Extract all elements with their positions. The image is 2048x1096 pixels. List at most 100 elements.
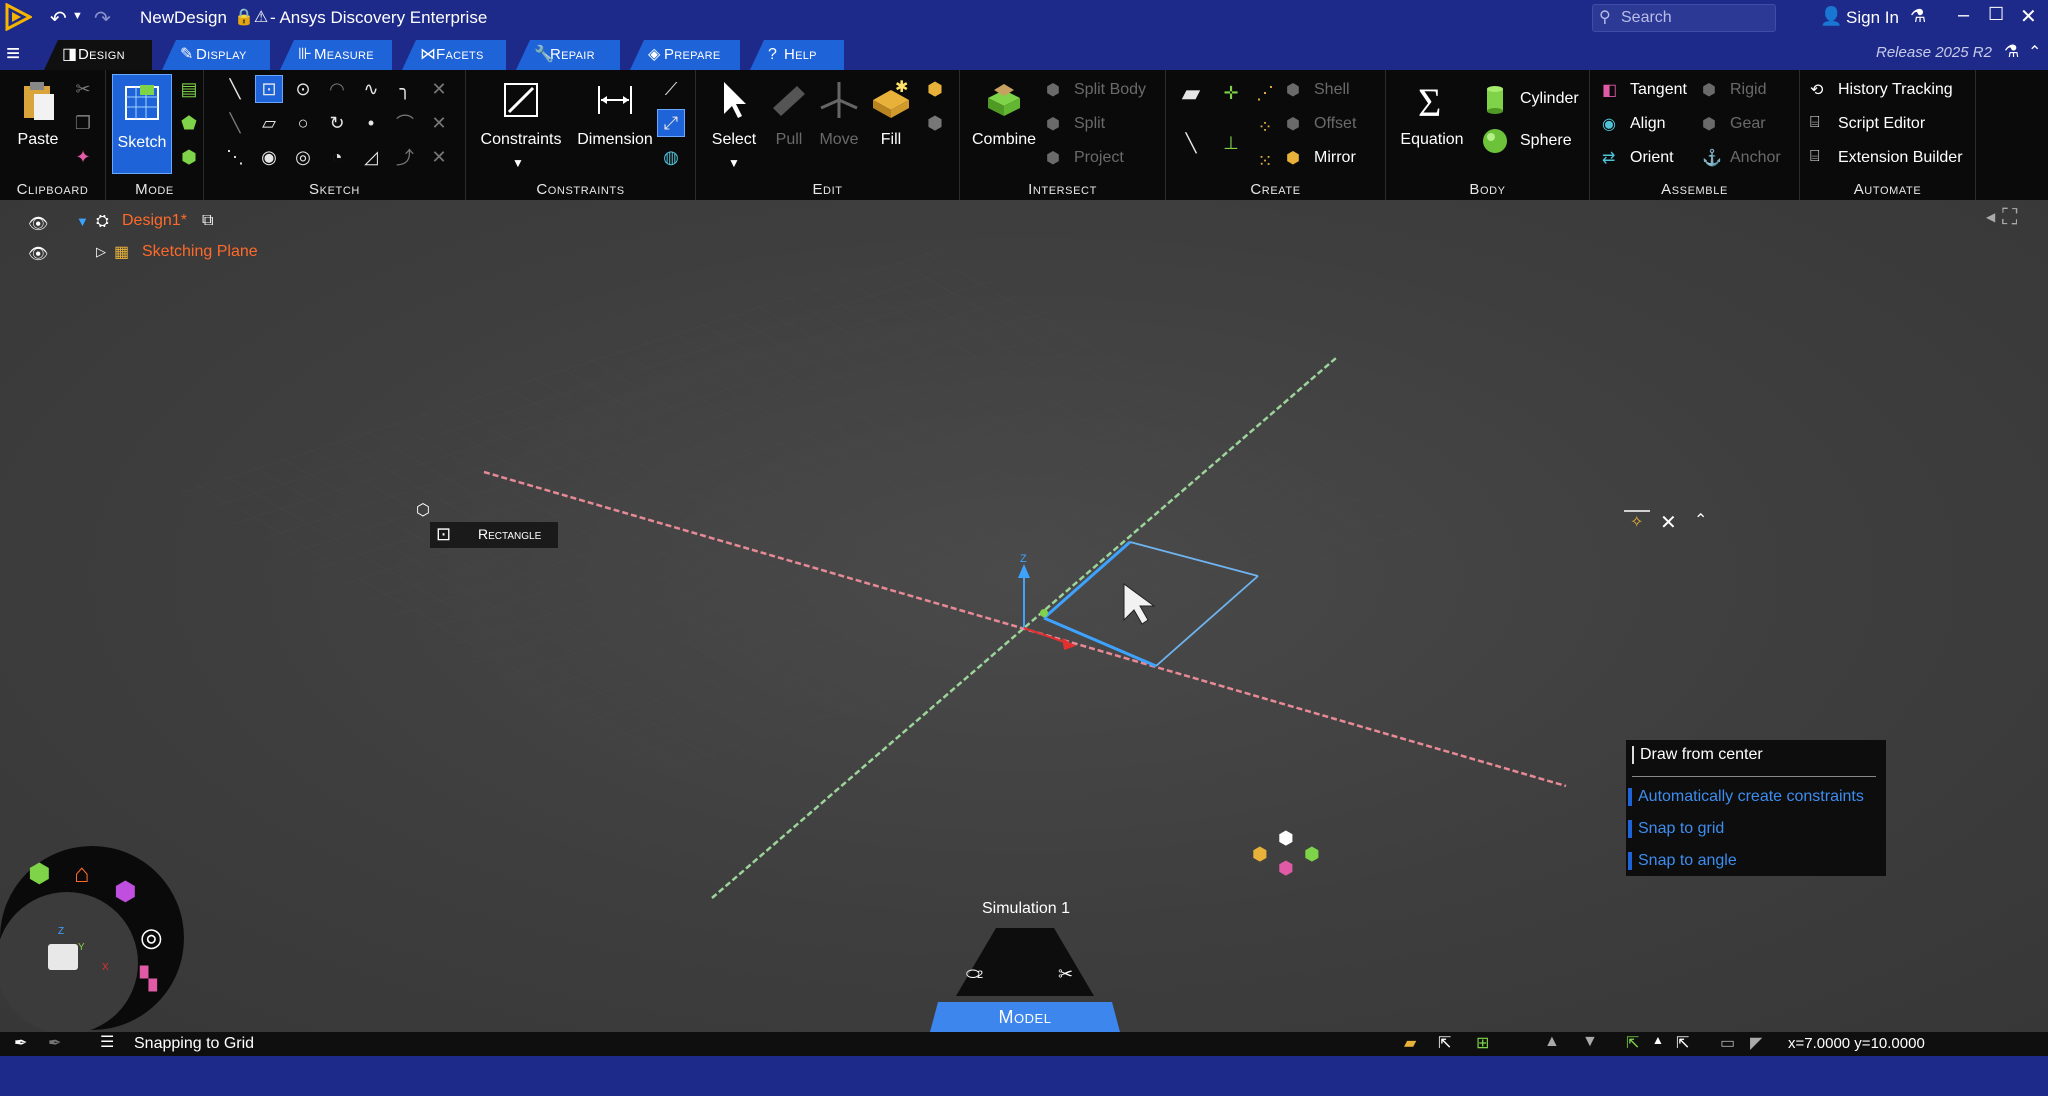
constraints-dropdown-icon[interactable]: ▼ <box>512 156 524 170</box>
bend-tool-icon[interactable]: ⤴ <box>392 144 418 170</box>
select-button[interactable]: Select <box>704 78 764 149</box>
visibility-eye-icon[interactable]: 👁 <box>28 214 48 234</box>
undo-dropdown-icon[interactable]: ▼ <box>72 10 83 22</box>
circle-tool-icon[interactable]: ⊙ <box>290 76 316 102</box>
three-point-circle-icon[interactable]: ◎ <box>290 144 316 170</box>
project-curve-icon[interactable]: ◿ <box>358 144 384 170</box>
status-selection-icon[interactable]: ⊞ <box>1476 1033 1489 1053</box>
maximize-icon[interactable]: ☐ <box>1988 4 2004 25</box>
constraints-button[interactable]: Constraints <box>476 78 566 149</box>
appearance-icon[interactable]: ▚ <box>140 966 157 992</box>
minimize-icon[interactable]: – <box>1958 4 1969 27</box>
mini-move-icon[interactable]: ⬢ <box>1278 858 1294 879</box>
move-button[interactable]: Move <box>814 78 864 149</box>
draw-from-center-option[interactable]: Draw from center <box>1632 746 1763 764</box>
tab-help[interactable]: ? Help <box>750 40 844 70</box>
simulation-hex[interactable] <box>956 928 1094 996</box>
origin-icon[interactable]: ✛ <box>1218 80 1244 106</box>
close-icon[interactable]: ✕ <box>2020 4 2037 29</box>
tree-expanded-icon[interactable]: ▼ <box>76 214 89 229</box>
slot-tool-icon[interactable]: ◉ <box>256 144 282 170</box>
render-mode-icon[interactable]: ◎ <box>140 922 163 953</box>
status-cursor-dropdown-icon[interactable]: ▲ <box>1652 1033 1664 1047</box>
home-view-icon[interactable]: ⌂ <box>74 858 90 889</box>
collapse-ribbon-icon[interactable]: ⌃ <box>2028 42 2041 62</box>
shell-button[interactable]: ⬢ Shell <box>1286 80 1350 100</box>
circular-pattern-icon[interactable]: ⁘ <box>1252 114 1278 140</box>
arc-tool-icon[interactable]: ◠ <box>324 76 350 102</box>
sweep-arc-icon[interactable]: ↻ <box>324 110 350 136</box>
align-button[interactable]: ◉ Align <box>1602 114 1666 134</box>
polygon-tool-icon[interactable]: ▱ <box>256 110 282 136</box>
tangent-button[interactable]: ◧ Tangent <box>1602 80 1687 100</box>
orient-button[interactable]: ⇄ Orient <box>1602 148 1674 168</box>
solid-view-icon[interactable]: ⬢ <box>28 858 51 889</box>
sparkle-options-icon[interactable]: ✧ <box>1630 512 1643 532</box>
status-display-icon[interactable]: ▭ <box>1720 1033 1735 1053</box>
status-cursor-icon[interactable]: ⇱ <box>1626 1033 1639 1053</box>
tweak-face-icon[interactable]: ⬢ <box>922 110 948 136</box>
sphere-button[interactable]: Sphere <box>1480 126 1572 156</box>
visibility-eye-icon[interactable]: 👁 <box>28 244 48 264</box>
status-up-icon[interactable]: ▲ <box>1544 1033 1560 1051</box>
constraint-display-icon[interactable]: ◍ <box>658 144 684 170</box>
rectangle-tool-icon[interactable]: ⊡ <box>255 75 283 103</box>
tab-measure[interactable]: ⊪ Measure <box>280 40 392 70</box>
search-input[interactable]: ⚲ Search <box>1592 4 1776 32</box>
snap-to-grid-option[interactable]: Snap to grid <box>1628 820 1724 838</box>
split-curve-icon[interactable]: ✕ <box>426 110 452 136</box>
3d-viewport[interactable]: Z 👁 👁 ▼ ⛭ Design1* ⧉ ▷ ▦ Sketching Plane… <box>0 200 2048 1034</box>
auto-constraint-icon[interactable]: ⟋ <box>658 76 684 102</box>
three-point-arc-icon[interactable]: ◔ <box>324 144 350 170</box>
redo-icon[interactable]: ↷ <box>94 6 111 31</box>
history-tracking-button[interactable]: ⟲ History Tracking <box>1810 80 1953 100</box>
hamburger-menu-icon[interactable]: ≡ <box>6 40 20 68</box>
rigid-button[interactable]: ⬢ Rigid <box>1702 80 1766 100</box>
point-icon[interactable]: ⋰ <box>1252 80 1278 106</box>
replace-icon[interactable]: ⬢ <box>922 76 948 102</box>
cut-icon[interactable]: ✂ <box>70 76 96 102</box>
tree-item-sketching-plane[interactable]: Sketching Plane <box>142 243 258 261</box>
status-folder-icon[interactable]: ▰ <box>1404 1033 1416 1053</box>
spline-tool-icon[interactable]: ∿ <box>358 76 384 102</box>
view-cube-toggle-icon[interactable]: ⛶ <box>2002 204 2017 230</box>
split-body-button[interactable]: ⬢ Split Body <box>1046 80 1146 100</box>
anchor-button[interactable]: ⚓ Anchor <box>1702 148 1781 168</box>
orientation-cube-icon[interactable] <box>48 944 78 970</box>
tree-item-design[interactable]: Design1* <box>122 212 187 230</box>
dimension-button[interactable]: Dimension <box>570 78 660 149</box>
user-icon[interactable]: 👤 <box>1820 6 1842 27</box>
format-painter-icon[interactable]: ✦ <box>70 144 96 170</box>
extension-builder-button[interactable]: ⌸ Extension Builder <box>1810 148 1963 168</box>
solid-mode-icon[interactable]: ⬢ <box>176 144 202 170</box>
tab-repair[interactable]: 🔧 Repair <box>516 40 620 70</box>
collapse-options-icon[interactable]: ⌃ <box>1694 510 1707 530</box>
tab-facets[interactable]: ⋈ Facets <box>402 40 506 70</box>
ansys-logo-icon[interactable] <box>4 3 32 31</box>
fillet-tool-icon[interactable]: ╮ <box>392 76 418 102</box>
auto-constraints-option[interactable]: Automatically create constraints <box>1628 788 1864 806</box>
coordinate-system-icon[interactable]: ⊥ <box>1218 130 1244 156</box>
ellipse-tool-icon[interactable]: ○ <box>290 110 316 136</box>
3d-mode-icon[interactable]: ⬟ <box>176 110 202 136</box>
linear-pattern-icon[interactable]: ⁙ <box>1252 148 1278 174</box>
script-editor-button[interactable]: ⌸ Script Editor <box>1810 114 1925 134</box>
axis-icon[interactable]: ╲ <box>1178 130 1204 156</box>
copy-icon[interactable]: ❐ <box>70 110 96 136</box>
show-constraints-icon[interactable]: ⤢ <box>657 109 685 137</box>
status-list-icon[interactable]: ☰ <box>100 1032 114 1052</box>
snap-to-angle-option[interactable]: Snap to angle <box>1628 852 1737 870</box>
lock-warning-icon[interactable]: 🔒⚠ <box>234 7 268 27</box>
status-down-icon[interactable]: ▼ <box>1582 1033 1598 1051</box>
construction-line-icon[interactable]: ⋱ <box>222 144 248 170</box>
project-button[interactable]: ⬢ Project <box>1046 148 1124 168</box>
close-options-icon[interactable]: ✕ <box>1660 510 1677 535</box>
sketch-mode-button[interactable]: Sketch <box>112 74 172 174</box>
status-pen-icon[interactable]: ✒ <box>14 1033 27 1053</box>
gear-button[interactable]: ⬢ Gear <box>1702 114 1766 134</box>
stage-model-tab[interactable]: Model <box>930 1002 1120 1032</box>
select-dropdown-icon[interactable]: ▼ <box>728 156 740 170</box>
status-cursor2-icon[interactable]: ⇱ <box>1676 1033 1689 1053</box>
panel-collapse-icon[interactable]: ◀ <box>1986 210 1995 224</box>
point-tool-icon[interactable]: • <box>358 110 384 136</box>
